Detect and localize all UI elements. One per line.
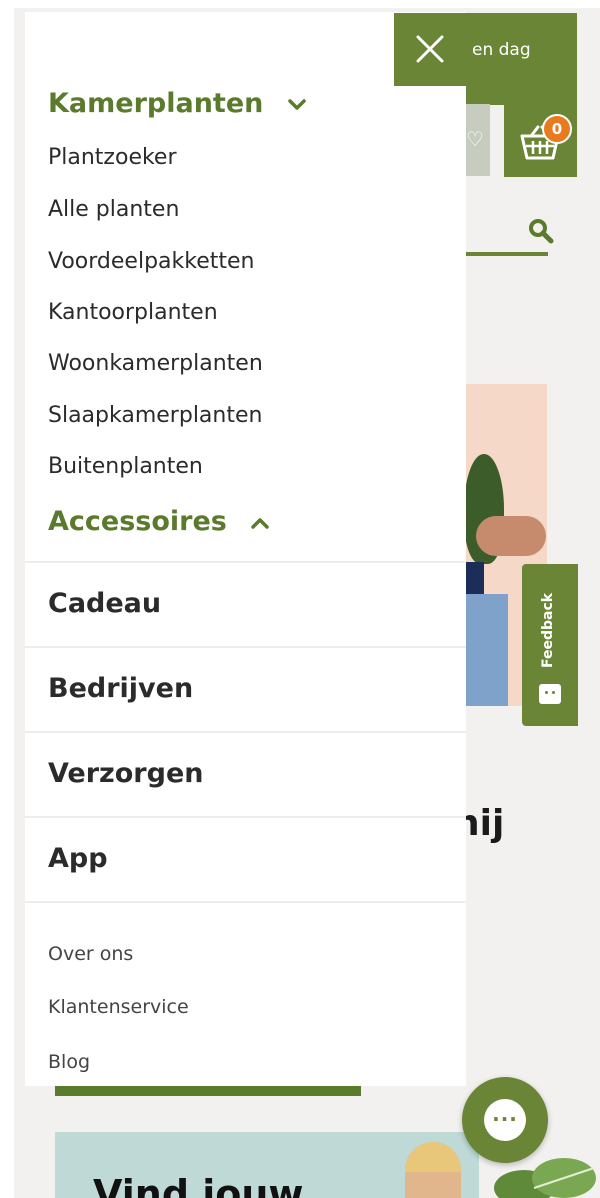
top-banner-text: en dag	[472, 40, 531, 60]
category-kamerplanten[interactable]: Kamerplanten	[48, 88, 307, 119]
category-accessoires[interactable]: Accessoires	[48, 506, 270, 537]
menu-item-slaapkamerplanten[interactable]: Slaapkamerplanten	[48, 403, 262, 428]
menu-item-app[interactable]: App	[25, 816, 466, 901]
menu-item-voordeelpakketten[interactable]: Voordeelpakketten	[48, 249, 254, 274]
menu-item-verzorgen[interactable]: Verzorgen	[25, 731, 466, 816]
close-icon	[416, 35, 444, 63]
chevron-down-icon	[288, 98, 306, 110]
footer-link-klantenservice[interactable]: Klantenservice	[48, 996, 189, 1018]
menu-item-alle-planten[interactable]: Alle planten	[48, 197, 179, 222]
chat-button[interactable]: ···	[462, 1077, 548, 1163]
promo-banner[interactable]: Vind jouw	[55, 1132, 479, 1198]
menu-item-cadeau[interactable]: Cadeau	[25, 561, 466, 646]
feedback-icon	[539, 684, 561, 704]
promo-text: Vind jouw	[93, 1172, 304, 1198]
cart-button[interactable]: 0	[504, 104, 577, 177]
menu-item-plantzoeker[interactable]: Plantzoeker	[48, 145, 177, 170]
menu-item-kantoorplanten[interactable]: Kantoorplanten	[48, 300, 218, 325]
menu-item-bedrijven[interactable]: Bedrijven	[25, 646, 466, 731]
search-icon[interactable]	[528, 218, 554, 244]
menu-item-label: App	[48, 843, 108, 874]
menu-divider	[25, 901, 466, 903]
menu-item-buitenplanten[interactable]: Buitenplanten	[48, 454, 203, 479]
chevron-up-icon	[251, 517, 270, 529]
footer-link-blog[interactable]: Blog	[48, 1051, 90, 1073]
category-label: Accessoires	[48, 506, 227, 537]
cart-count-badge: 0	[542, 114, 572, 144]
search-input[interactable]	[454, 252, 548, 256]
close-menu-button[interactable]	[394, 13, 466, 86]
feedback-tab[interactable]: Feedback	[522, 564, 578, 726]
navigation-drawer: Kamerplanten Plantzoeker Alle planten Vo…	[25, 12, 466, 1086]
feedback-label: Feedback	[540, 592, 556, 668]
category-label: Kamerplanten	[48, 88, 264, 119]
menu-item-label: Bedrijven	[48, 673, 194, 704]
chat-icon: ···	[484, 1099, 526, 1141]
menu-item-label: Cadeau	[48, 588, 162, 619]
wishlist-button[interactable]: ♡	[466, 104, 490, 176]
menu-item-label: Verzorgen	[48, 758, 204, 789]
menu-item-woonkamerplanten[interactable]: Woonkamerplanten	[48, 351, 263, 376]
heart-icon: ♡	[466, 127, 484, 151]
footer-link-over-ons[interactable]: Over ons	[48, 943, 133, 965]
